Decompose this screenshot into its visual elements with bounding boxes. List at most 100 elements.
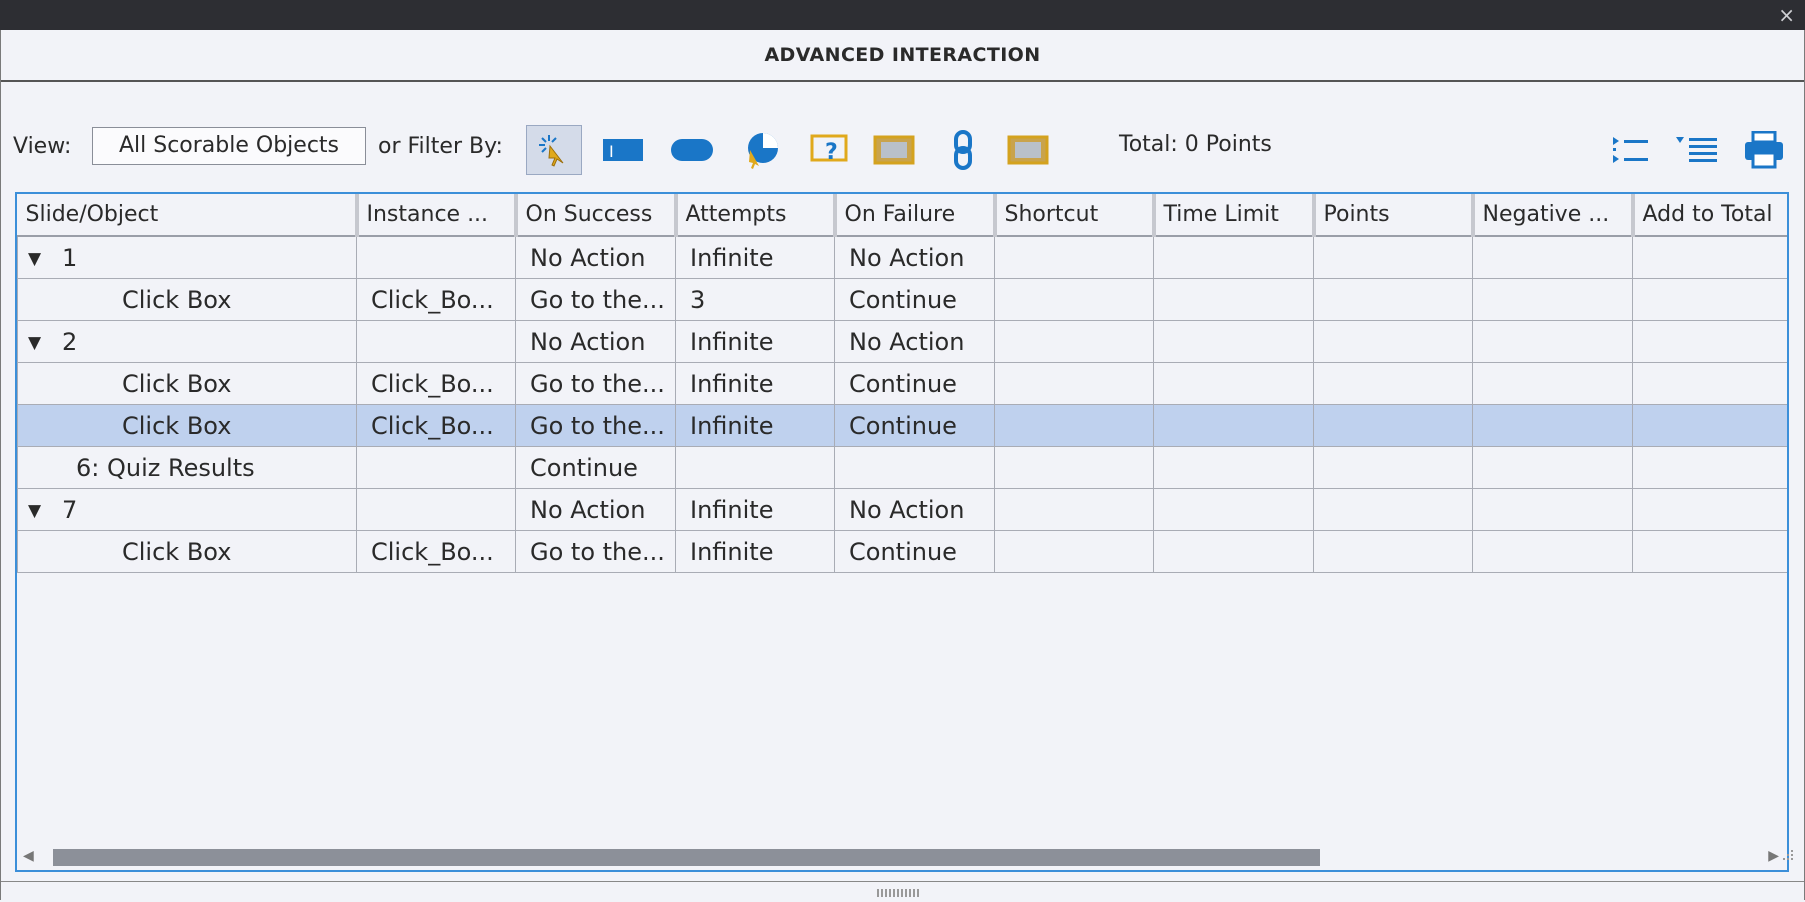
- slide-object-cell[interactable]: Click Box: [17, 530, 357, 573]
- print-button[interactable]: [1742, 128, 1786, 172]
- instance-name-cell[interactable]: Click_Bo...: [356, 362, 516, 405]
- add-to-total-cell[interactable]: [1632, 488, 1787, 531]
- table-row[interactable]: 6: Quiz Results Continue: [17, 446, 1787, 489]
- time-limit-cell[interactable]: [1153, 362, 1314, 405]
- points-cell[interactable]: [1313, 488, 1473, 531]
- attempts-cell[interactable]: [675, 446, 835, 489]
- expand-all-button[interactable]: [1609, 128, 1653, 172]
- resize-grip-icon[interactable]: [1780, 848, 1794, 862]
- on-success-cell[interactable]: No Action: [515, 488, 676, 531]
- expand-triangle-icon[interactable]: ▼: [28, 333, 62, 353]
- add-to-total-cell[interactable]: [1632, 446, 1787, 489]
- shortcut-cell[interactable]: [994, 362, 1154, 405]
- filter-image-button[interactable]: [866, 125, 922, 175]
- negative-points-cell[interactable]: [1472, 488, 1633, 531]
- attempts-cell[interactable]: Infinite: [675, 362, 835, 405]
- on-success-cell[interactable]: Go to the...: [515, 362, 676, 405]
- column-header[interactable]: Shortcut: [992, 194, 1154, 237]
- filter-rollover-button[interactable]: [733, 125, 789, 175]
- shortcut-cell[interactable]: [994, 446, 1154, 489]
- column-header[interactable]: Negative ...: [1470, 194, 1633, 237]
- negative-points-cell[interactable]: [1472, 320, 1633, 363]
- column-header[interactable]: Time Limit: [1151, 194, 1314, 237]
- points-cell[interactable]: [1313, 362, 1473, 405]
- table-row[interactable]: Click Box Click_Bo... Go to the... Infinite…: [17, 362, 1787, 405]
- negative-points-cell[interactable]: [1472, 530, 1633, 573]
- negative-points-cell[interactable]: [1472, 235, 1633, 279]
- filter-text-entry-button[interactable]: I: [595, 125, 651, 175]
- time-limit-cell[interactable]: [1153, 446, 1314, 489]
- filter-smart-shape-button[interactable]: [1000, 125, 1056, 175]
- slide-object-cell[interactable]: Click Box: [17, 362, 357, 405]
- shortcut-cell[interactable]: [994, 235, 1154, 279]
- points-cell[interactable]: [1313, 404, 1473, 447]
- negative-points-cell[interactable]: [1472, 278, 1633, 321]
- instance-name-cell[interactable]: Click_Bo...: [356, 404, 516, 447]
- column-header[interactable]: Slide/Object: [17, 194, 357, 237]
- points-cell[interactable]: [1313, 530, 1473, 573]
- instance-name-cell[interactable]: Click_Bo...: [356, 530, 516, 573]
- table-row[interactable]: Click Box Click_Bo... Go to the... Infinite…: [17, 404, 1787, 447]
- filter-button-button[interactable]: [664, 125, 720, 175]
- on-success-cell[interactable]: Continue: [515, 446, 676, 489]
- on-failure-cell[interactable]: [834, 446, 995, 489]
- shortcut-cell[interactable]: [994, 530, 1154, 573]
- slide-object-cell[interactable]: Click Box: [17, 278, 357, 321]
- time-limit-cell[interactable]: [1153, 530, 1314, 573]
- expand-triangle-icon[interactable]: ▼: [28, 501, 62, 521]
- slide-object-cell[interactable]: ▼ 2: [17, 320, 357, 363]
- attempts-cell[interactable]: Infinite: [675, 320, 835, 363]
- on-success-cell[interactable]: Go to the...: [515, 278, 676, 321]
- add-to-total-cell[interactable]: [1632, 530, 1787, 573]
- on-failure-cell[interactable]: Continue: [834, 278, 995, 321]
- attempts-cell[interactable]: Infinite: [675, 530, 835, 573]
- shortcut-cell[interactable]: [994, 320, 1154, 363]
- on-success-cell[interactable]: No Action: [515, 235, 676, 279]
- on-failure-cell[interactable]: No Action: [834, 488, 995, 531]
- instance-name-cell[interactable]: [356, 235, 516, 279]
- column-header[interactable]: On Failure: [832, 194, 995, 237]
- instance-name-cell[interactable]: Click_Bo...: [356, 278, 516, 321]
- on-failure-cell[interactable]: Continue: [834, 530, 995, 573]
- close-icon[interactable]: ×: [1778, 4, 1795, 26]
- scroll-left-arrow-icon[interactable]: ◀: [23, 848, 34, 864]
- on-failure-cell[interactable]: No Action: [834, 235, 995, 279]
- add-to-total-cell[interactable]: [1632, 235, 1787, 279]
- on-success-cell[interactable]: No Action: [515, 320, 676, 363]
- slide-object-cell[interactable]: 6: Quiz Results: [17, 446, 357, 489]
- column-header[interactable]: Points: [1311, 194, 1473, 237]
- scroll-right-arrow-icon[interactable]: ▶: [1768, 848, 1779, 864]
- time-limit-cell[interactable]: [1153, 320, 1314, 363]
- scrollbar-thumb[interactable]: [53, 849, 1320, 866]
- instance-name-cell[interactable]: [356, 446, 516, 489]
- time-limit-cell[interactable]: [1153, 278, 1314, 321]
- on-failure-cell[interactable]: Continue: [834, 362, 995, 405]
- table-row[interactable]: ▼ 2 No Action Infinite No Action: [17, 320, 1787, 363]
- points-cell[interactable]: [1313, 235, 1473, 279]
- shortcut-cell[interactable]: [994, 488, 1154, 531]
- instance-name-cell[interactable]: [356, 320, 516, 363]
- horizontal-scrollbar[interactable]: ◀ ▶: [17, 844, 1787, 870]
- attempts-cell[interactable]: Infinite: [675, 404, 835, 447]
- points-cell[interactable]: [1313, 446, 1473, 489]
- filter-hyperlink-button[interactable]: [935, 125, 991, 175]
- time-limit-cell[interactable]: [1153, 488, 1314, 531]
- add-to-total-cell[interactable]: [1632, 404, 1787, 447]
- view-dropdown[interactable]: All Scorable Objects: [92, 127, 366, 165]
- slide-object-cell[interactable]: ▼ 1: [17, 235, 357, 279]
- negative-points-cell[interactable]: [1472, 446, 1633, 489]
- negative-points-cell[interactable]: [1472, 404, 1633, 447]
- shortcut-cell[interactable]: [994, 278, 1154, 321]
- time-limit-cell[interactable]: [1153, 404, 1314, 447]
- shortcut-cell[interactable]: [994, 404, 1154, 447]
- table-row[interactable]: ▼ 7 No Action Infinite No Action: [17, 488, 1787, 531]
- expand-triangle-icon[interactable]: ▼: [28, 249, 62, 269]
- time-limit-cell[interactable]: [1153, 235, 1314, 279]
- attempts-cell[interactable]: Infinite: [675, 235, 835, 279]
- negative-points-cell[interactable]: [1472, 362, 1633, 405]
- filter-click-box-button[interactable]: [526, 125, 582, 175]
- add-to-total-cell[interactable]: [1632, 362, 1787, 405]
- on-success-cell[interactable]: Go to the...: [515, 404, 676, 447]
- points-cell[interactable]: [1313, 320, 1473, 363]
- points-cell[interactable]: [1313, 278, 1473, 321]
